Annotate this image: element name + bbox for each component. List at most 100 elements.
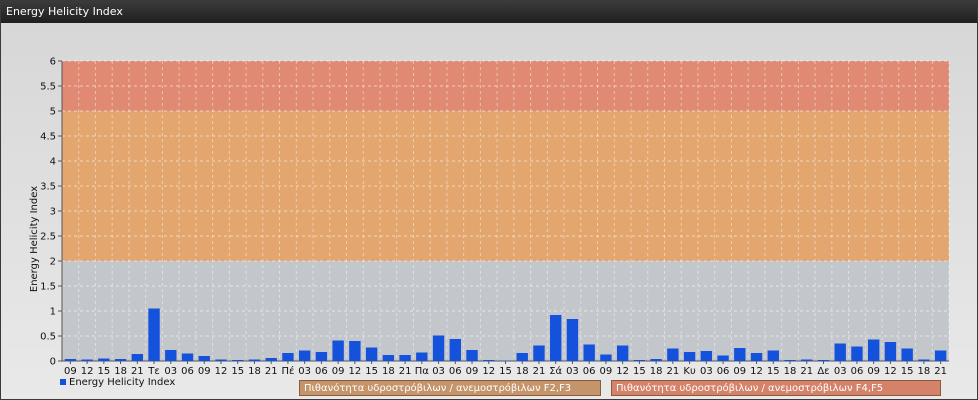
legend-series-label: Energy Helicity Index <box>69 377 175 388</box>
x-tick-label: 03 <box>700 366 713 377</box>
bar <box>215 359 227 361</box>
x-tick-label: 18 <box>516 366 529 377</box>
y-tick-label: 2 <box>50 257 56 268</box>
bar <box>131 354 144 361</box>
bar <box>98 358 110 361</box>
window-title: Energy Helicity Index <box>1 1 977 23</box>
bar <box>616 345 629 361</box>
x-tick-label: 03 <box>834 366 847 377</box>
y-tick-label: 4 <box>50 157 56 168</box>
y-tick-label: 5 <box>50 107 56 118</box>
x-tick-labels: 09 12 15 18 21 Τε 03 06 09 12 15 18 21 Πέ 03 06 09 12 15 18… <box>64 361 947 377</box>
bar <box>265 358 277 361</box>
y-tick-label: 6 <box>50 57 56 68</box>
x-tick-label: 18 <box>114 366 127 377</box>
bar <box>717 355 729 361</box>
bar <box>315 352 328 361</box>
x-tick-label: 12 <box>750 366 763 377</box>
bar <box>851 346 863 361</box>
bar <box>650 359 662 361</box>
x-tick-label: 15 <box>231 366 244 377</box>
x-tick-label: 12 <box>349 366 362 377</box>
bar <box>784 360 796 361</box>
chart-panel: Energy Helicity Index 09 12 15 18 21 Τε 03 06 09… <box>0 0 978 400</box>
bar <box>248 359 261 361</box>
y-tick-label: 3.5 <box>40 182 56 193</box>
x-tick-label: 06 <box>315 366 328 377</box>
bar <box>884 342 897 361</box>
bar <box>466 350 478 361</box>
x-tick-label: 09 <box>466 366 479 377</box>
x-tick-label: 06 <box>851 366 864 377</box>
bar <box>198 356 210 361</box>
bar <box>667 348 679 361</box>
y-tick-label: 5.5 <box>40 82 56 93</box>
legend-band-f4f5: Πιθανότητα υδροστρόβιλων / ανεμοστρόβιλω… <box>611 380 941 396</box>
x-tick-label: 18 <box>382 366 395 377</box>
legend-band-f4f5-label: Πιθανότητα υδροστρόβιλων / ανεμοστρόβιλω… <box>616 383 884 394</box>
bar <box>817 360 830 361</box>
y-tick-label: 3 <box>50 207 56 218</box>
bar <box>834 343 846 361</box>
bar <box>165 350 177 361</box>
bar <box>516 353 528 361</box>
y-tick-label: 0 <box>50 357 56 368</box>
bar <box>550 315 562 361</box>
y-tick-label: 1 <box>50 307 56 318</box>
x-tick-label: 09 <box>600 366 613 377</box>
x-tick-label: 06 <box>181 366 194 377</box>
bar <box>734 348 746 361</box>
bar <box>700 351 713 361</box>
x-tick-label: Πέ <box>281 365 294 377</box>
x-tick-label: 18 <box>784 366 797 377</box>
x-tick-label: 18 <box>918 366 931 377</box>
bar <box>750 353 763 361</box>
x-tick-label: 15 <box>499 366 512 377</box>
x-tick-label: 21 <box>399 366 412 377</box>
x-tick-label: Κυ <box>683 366 696 377</box>
x-tick-label: 15 <box>97 366 110 377</box>
bar <box>934 350 947 361</box>
x-tick-label: 21 <box>265 366 278 377</box>
y-tick-label: 2.5 <box>40 232 56 243</box>
x-tick-label: 06 <box>717 366 730 377</box>
bar <box>801 359 813 361</box>
x-tick-label: 21 <box>934 366 947 377</box>
x-tick-label: 21 <box>800 366 813 377</box>
x-tick-label: 09 <box>867 366 880 377</box>
x-tick-label: 03 <box>164 366 177 377</box>
x-tick-label: 21 <box>533 366 546 377</box>
bar <box>81 359 93 361</box>
y-tick-label: 1.5 <box>40 282 56 293</box>
y-tick-labels: 0 0.5 1 1.5 2 2.5 3 3.5 4 4.5 5 5.5 6 <box>40 57 56 368</box>
bar <box>918 359 930 361</box>
x-tick-label: 15 <box>767 366 780 377</box>
x-tick-label: 03 <box>432 366 445 377</box>
x-tick-label: Πα <box>415 366 430 377</box>
bar <box>583 344 595 361</box>
x-tick-label: 21 <box>131 366 144 377</box>
legend-series-swatch <box>60 379 66 385</box>
bar <box>901 348 913 361</box>
x-tick-label: 06 <box>449 366 462 377</box>
bar <box>566 319 579 361</box>
bar <box>633 360 646 361</box>
x-tick-label: 12 <box>884 366 897 377</box>
chart: 09 12 15 18 21 Τε 03 06 09 12 15 18 21 Πέ 03 06 09 12 15 18… <box>29 57 950 388</box>
bar <box>416 352 428 361</box>
y-tick-label: 0.5 <box>40 332 56 343</box>
bar <box>683 352 696 361</box>
x-tick-label: 15 <box>901 366 914 377</box>
x-tick-label: 09 <box>64 366 77 377</box>
bar <box>533 345 545 361</box>
x-tick-label: 03 <box>566 366 579 377</box>
x-tick-label: 12 <box>215 366 228 377</box>
x-tick-label: 15 <box>365 366 378 377</box>
x-tick-label: 18 <box>248 366 261 377</box>
x-tick-label: 15 <box>633 366 646 377</box>
bar <box>483 360 495 361</box>
bar <box>148 308 160 361</box>
x-tick-label: 09 <box>733 366 746 377</box>
bar <box>767 350 779 361</box>
legend-band-f2f3-label: Πιθανότητα υδροστρόβιλων / ανεμοστρόβιλω… <box>304 383 572 394</box>
